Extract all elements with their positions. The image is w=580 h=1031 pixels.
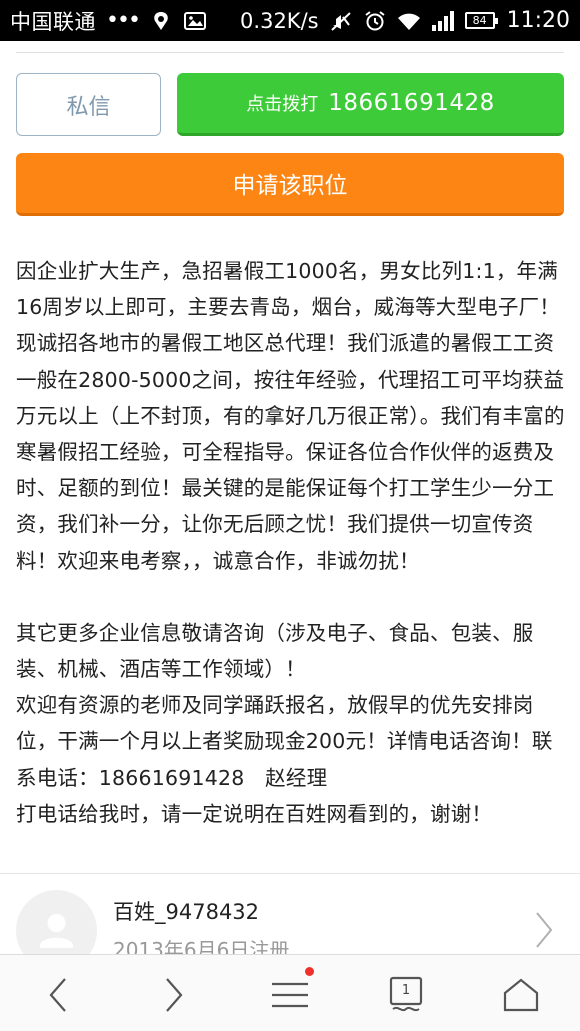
divider — [16, 52, 564, 53]
home-icon — [503, 978, 539, 1012]
call-label: 点击拨打 — [246, 94, 319, 115]
chevron-left-icon — [49, 978, 66, 1012]
forward-button[interactable] — [152, 973, 196, 1017]
private-message-button[interactable]: 私信 — [16, 73, 161, 136]
poster-name: 百姓_9478432 — [113, 900, 260, 924]
description-paragraph: 因企业扩大生产，急招暑假工1000名，男女比列1:1，年满16周岁以上即可，主要… — [16, 259, 565, 573]
description-paragraph: 欢迎有资源的老师及同学踊跃报名，放假早的优先安排岗位，干满一个月以上者奖励现金2… — [16, 693, 553, 790]
chevron-right-icon — [536, 912, 553, 948]
battery-icon: 84 — [464, 12, 498, 29]
more-dots: ••• — [106, 8, 141, 33]
description-paragraph: 打电话给我时，请一定说明在百姓网看到的，谢谢！ — [16, 801, 493, 826]
bottom-nav: 1 — [0, 954, 580, 1031]
app-notification-icon — [149, 9, 173, 33]
call-button[interactable]: 点击拨打 18661691428 — [177, 73, 564, 136]
notification-dot — [305, 967, 314, 976]
carrier-name: 中国联通 — [10, 9, 96, 34]
call-number: 18661691428 — [328, 90, 495, 116]
tabs-button[interactable]: 1 — [384, 973, 428, 1017]
back-button[interactable] — [36, 973, 80, 1017]
menu-button[interactable] — [268, 967, 314, 1017]
image-notification-icon — [183, 9, 207, 33]
poster-row[interactable]: 百姓_9478432 2013年6月6日注册 — [0, 874, 580, 971]
status-bar: 中国联通 ••• 0.32K/s 84 11:20 — [0, 0, 580, 41]
mute-icon — [329, 9, 353, 33]
alarm-icon — [363, 9, 387, 33]
tab-count: 1 — [401, 983, 411, 998]
clock: 11:20 — [506, 8, 570, 33]
chevron-right-icon — [166, 978, 183, 1012]
network-speed: 0.32K/s — [240, 8, 319, 33]
description-paragraph: 其它更多企业信息敬请咨询（涉及电子、食品、包装、服装、机械、酒店等工作领域）！ — [16, 620, 534, 682]
apply-job-button[interactable]: 申请该职位 — [16, 153, 564, 216]
wifi-icon — [397, 9, 421, 33]
menu-icon — [272, 982, 308, 1008]
signal-icon — [431, 9, 455, 33]
job-description: 因企业扩大生产，急招暑假工1000名，男女比列1:1，年满16周岁以上即可，主要… — [16, 253, 568, 832]
home-button[interactable] — [499, 973, 543, 1017]
